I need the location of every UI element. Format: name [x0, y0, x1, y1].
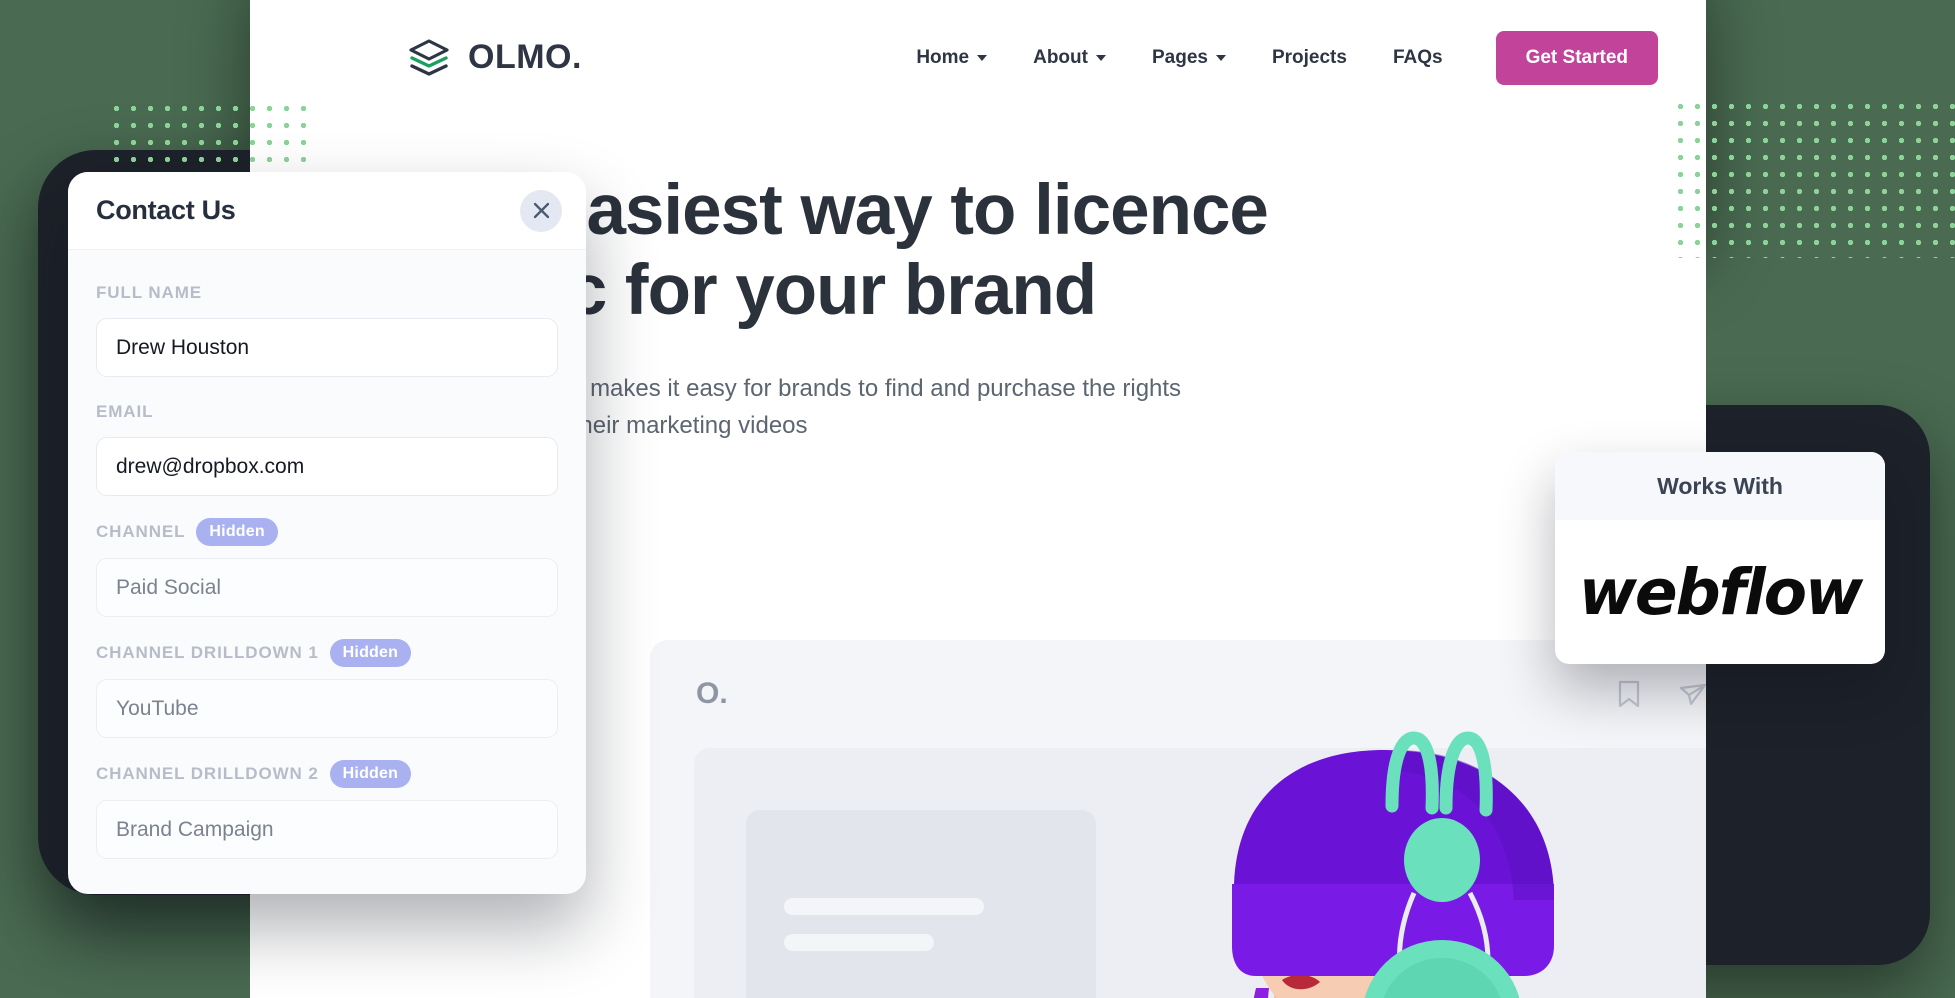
brand-logo[interactable]: OLMO.: [406, 35, 582, 81]
hero-photo: [1232, 731, 1554, 998]
nav-item-label: Home: [916, 46, 970, 68]
email-input[interactable]: [96, 437, 558, 496]
field-full-name: FULL NAME: [96, 280, 558, 377]
nav-links: Home About Pages Projects FAQs Get Start…: [893, 30, 1658, 85]
nav-item-label: Projects: [1271, 46, 1347, 68]
placeholder-line: [784, 898, 984, 915]
webflow-logo: webflow: [1578, 555, 1864, 629]
full-name-input[interactable]: [96, 318, 558, 377]
nav-item-label: Pages: [1151, 46, 1208, 68]
field-label: CHANNEL DRILLDOWN 1: [96, 643, 319, 662]
mockup-logo: O.: [696, 677, 728, 711]
close-icon: [533, 202, 549, 219]
works-with-title: Works With: [1657, 472, 1783, 499]
field-label-row: FULL NAME: [96, 280, 558, 306]
field-label: EMAIL: [96, 402, 154, 421]
field-label-row: CHANNEL DRILLDOWN 2 Hidden: [96, 760, 558, 788]
nav-item-pages[interactable]: Pages: [1129, 37, 1249, 79]
channel-drilldown-2-input[interactable]: [96, 800, 558, 859]
contact-us-modal: Contact Us FULL NAME EMAIL: [68, 172, 586, 894]
field-channel-drilldown-1: CHANNEL DRILLDOWN 1 Hidden: [96, 639, 558, 738]
chevron-down-icon: [1095, 54, 1106, 61]
hidden-badge: Hidden: [329, 760, 412, 788]
nav-item-label: FAQs: [1392, 46, 1443, 68]
field-channel-drilldown-2: CHANNEL DRILLDOWN 2 Hidden: [96, 760, 558, 859]
works-with-body: webflow: [1555, 520, 1885, 664]
field-email: EMAIL: [96, 399, 558, 496]
field-label: CHANNEL DRILLDOWN 2: [96, 764, 319, 783]
works-with-card: Works With webflow: [1555, 452, 1885, 664]
field-label: FULL NAME: [96, 283, 202, 302]
hidden-badge: Hidden: [196, 518, 278, 546]
chevron-down-icon: [1215, 54, 1226, 61]
field-label: CHANNEL: [96, 522, 186, 541]
works-with-header: Works With: [1555, 452, 1885, 520]
hidden-badge: Hidden: [329, 639, 412, 667]
chevron-down-icon: [977, 54, 988, 61]
nav-item-home[interactable]: Home: [893, 37, 1010, 79]
brand-name: OLMO.: [468, 38, 582, 76]
field-label-row: EMAIL: [96, 399, 558, 425]
field-channel: CHANNEL Hidden: [96, 518, 558, 617]
field-label-row: CHANNEL DRILLDOWN 1 Hidden: [96, 639, 558, 667]
nav-item-about[interactable]: About: [1010, 37, 1129, 79]
close-modal-button[interactable]: [520, 189, 562, 232]
placeholder-line: [784, 934, 934, 951]
get-started-button[interactable]: Get Started: [1495, 30, 1658, 85]
nav-item-faqs[interactable]: FAQs: [1370, 37, 1466, 79]
channel-input[interactable]: [96, 558, 558, 617]
nav-item-projects[interactable]: Projects: [1249, 37, 1370, 79]
channel-drilldown-1-input[interactable]: [96, 679, 558, 738]
nav-item-label: About: [1033, 46, 1088, 68]
field-label-row: CHANNEL Hidden: [96, 518, 558, 546]
browser-mockup: O.: [650, 640, 1706, 998]
modal-title: Contact Us: [96, 195, 236, 225]
mockup-logo-text: O.: [696, 677, 728, 710]
modal-body: FULL NAME EMAIL CHANNEL Hidden CHA: [68, 250, 586, 894]
mockup-content: [694, 731, 1706, 998]
send-icon[interactable]: [1678, 679, 1706, 709]
navbar: OLMO. Home About Pages Projects FAQs Get…: [250, 0, 1706, 115]
dot-pattern-right: [1672, 98, 1955, 258]
stacked-layers-icon: [409, 38, 449, 76]
modal-header: Contact Us: [68, 172, 586, 250]
screenshot-stage: OLMO. Home About Pages Projects FAQs Get…: [0, 0, 1955, 998]
